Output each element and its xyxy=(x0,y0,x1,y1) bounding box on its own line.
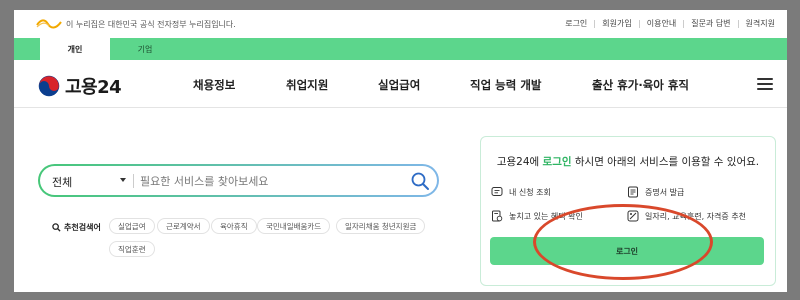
service-certificates[interactable]: 증명서 발급 xyxy=(627,186,684,198)
tab-corporate[interactable]: 기업 xyxy=(110,38,180,60)
util-faq-link[interactable]: 질문과 답변 xyxy=(691,18,730,29)
chevron-down-icon[interactable] xyxy=(120,178,126,182)
divider xyxy=(594,19,596,28)
chat-list-icon xyxy=(491,187,503,196)
service-label: 내 신청 조회 xyxy=(509,187,551,197)
tab-personal[interactable]: 개인 xyxy=(40,38,110,60)
divider xyxy=(683,19,685,28)
keyword-chip[interactable]: 직업훈련 xyxy=(109,241,155,257)
util-login-link[interactable]: 로그인 xyxy=(565,18,587,29)
login-card-title: 고용24에 로그인 하시면 아래의 서비스를 이용할 수 있어요. xyxy=(481,154,775,169)
gov-banner-text: 이 누리집은 대한민국 공식 전자정부 누리집입니다. xyxy=(66,20,236,29)
login-card: 고용24에 로그인 하시면 아래의 서비스를 이용할 수 있어요. 내 신청 조… xyxy=(480,136,776,286)
user-type-tab-bar: 개인 기업 xyxy=(14,38,787,60)
keyword-chip[interactable]: 일자리채움 청년지원금 xyxy=(336,218,426,234)
nav-employment-support[interactable]: 취업지원 xyxy=(286,77,328,93)
keywords-label-text: 추천검색어 xyxy=(64,223,101,232)
util-signup-link[interactable]: 회원가입 xyxy=(602,18,631,29)
service-missed-benefits[interactable]: 놓치고 있는 혜택 확인 xyxy=(491,210,583,222)
service-recommendations[interactable]: 일자리, 교육훈련, 자격증 추천 xyxy=(627,210,746,222)
recommended-keywords-label: 추천검색어 xyxy=(52,222,101,233)
page: 이 누리집은 대한민국 공식 전자정부 누리집입니다. 로그인 회원가입 이용안… xyxy=(14,10,787,292)
site-logo[interactable]: 고용24 xyxy=(38,73,122,99)
search-bar: 전체 xyxy=(38,164,439,197)
main-header: 고용24 채용정보 취업지원 실업급여 직업 능력 개발 출산 휴가·육아 휴직 xyxy=(14,60,787,108)
service-label: 일자리, 교육훈련, 자격증 추천 xyxy=(645,211,747,221)
certificate-icon xyxy=(628,186,638,198)
login-button[interactable]: 로그인 xyxy=(490,237,764,265)
divider xyxy=(737,19,739,28)
document-check-icon xyxy=(492,210,503,222)
keyword-chip[interactable]: 실업급여 xyxy=(109,218,155,234)
divider xyxy=(638,19,640,28)
search-input[interactable] xyxy=(140,170,400,192)
keyword-chip[interactable]: 국민내일배움카드 xyxy=(257,218,331,234)
nav-unemployment-benefits[interactable]: 실업급여 xyxy=(378,77,420,93)
utility-links: 로그인 회원가입 이용안내 질문과 답변 원격지원 xyxy=(565,18,775,29)
search-scope-select[interactable]: 전체 xyxy=(52,174,72,190)
util-remote-support-link[interactable]: 원격지원 xyxy=(746,18,775,29)
divider xyxy=(133,174,134,188)
keyword-chip[interactable]: 근로계약서 xyxy=(157,218,210,234)
taegeuk-logo-icon xyxy=(38,75,60,97)
search-icon[interactable] xyxy=(410,171,430,191)
keyword-chip[interactable]: 육아휴직 xyxy=(211,218,257,234)
service-label: 놓치고 있는 혜택 확인 xyxy=(509,211,583,221)
nav-jobs[interactable]: 채용정보 xyxy=(193,77,235,93)
title-highlight: 로그인 xyxy=(542,156,572,168)
service-label: 증명서 발급 xyxy=(645,187,685,197)
title-suffix: 하시면 아래의 서비스를 이용할 수 있어요. xyxy=(571,156,760,168)
menu-icon[interactable] xyxy=(757,78,773,91)
logo-text: 고용24 xyxy=(65,77,122,98)
recommend-icon xyxy=(627,210,639,222)
nav-maternity-parental-leave[interactable]: 출산 휴가·육아 휴직 xyxy=(592,77,689,93)
search-inner: 전체 xyxy=(40,166,437,195)
util-guide-link[interactable]: 이용안내 xyxy=(647,18,676,29)
title-prefix: 고용24에 xyxy=(496,156,543,168)
gov-banner: 이 누리집은 대한민국 공식 전자정부 누리집입니다. 로그인 회원가입 이용안… xyxy=(14,10,787,38)
search-icon xyxy=(52,223,61,232)
service-my-applications[interactable]: 내 신청 조회 xyxy=(491,186,551,198)
nav-vocational-training[interactable]: 직업 능력 개발 xyxy=(470,77,542,93)
gov-mark-icon xyxy=(36,19,62,29)
